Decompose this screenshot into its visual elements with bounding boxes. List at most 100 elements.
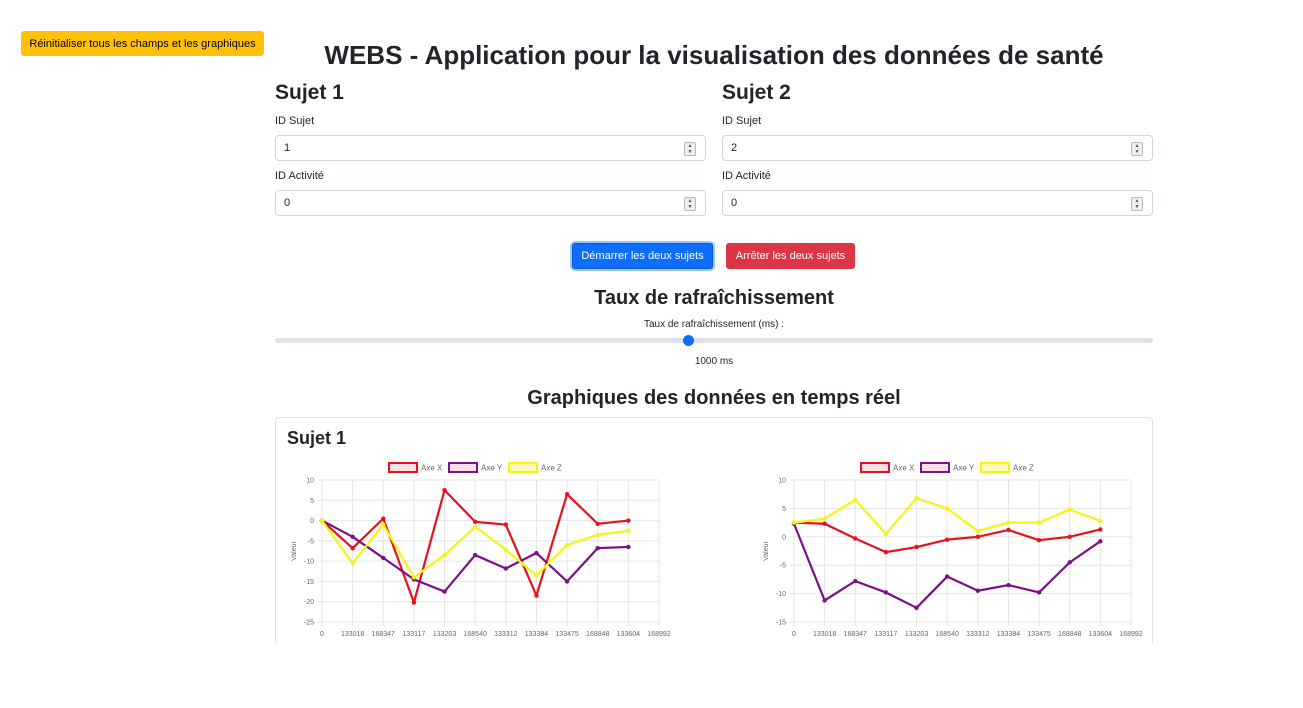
data-point: [944, 506, 950, 511]
legend-swatch: [508, 462, 538, 473]
x-tick-label: 0: [320, 631, 324, 638]
y-tick-label: -20: [304, 599, 314, 606]
data-point: [1067, 560, 1072, 565]
spinner-icon[interactable]: ▲ ▼: [1131, 142, 1143, 156]
page-title: WEBS - Application pour la visualisation…: [324, 40, 1104, 70]
x-tick-label: 133475: [555, 631, 578, 638]
refresh-rate-title: Taux de rafraîchissement: [594, 287, 834, 309]
subject-1-activity-input[interactable]: [284, 192, 664, 214]
x-tick-label: 133018: [813, 631, 836, 638]
x-tick-label: 168347: [372, 631, 395, 638]
legend-label: Axe Z: [541, 464, 562, 473]
x-tick-label: 0: [792, 631, 796, 638]
data-point: [350, 545, 355, 551]
data-point: [914, 495, 919, 501]
x-tick-label: 168540: [464, 631, 487, 638]
data-point: [534, 550, 539, 556]
data-point: [853, 536, 858, 541]
data-point: [944, 537, 950, 542]
legend-label: Axe X: [893, 464, 915, 473]
data-point: [822, 598, 827, 603]
data-point: [626, 544, 631, 550]
data-point: [472, 519, 478, 524]
x-tick-label: 133117: [874, 631, 897, 638]
x-tick-label: 133312: [966, 631, 989, 638]
subject-2-activity-input[interactable]: [731, 192, 1111, 214]
data-point: [381, 522, 386, 527]
y-tick-label: 0: [782, 534, 786, 541]
legend-swatch: [980, 462, 1010, 473]
stop-both-button[interactable]: Arrêter les deux sujets: [726, 243, 855, 269]
y-tick-label: -10: [304, 559, 314, 566]
legend-swatch: [860, 462, 890, 473]
data-point: [564, 542, 570, 548]
refresh-rate-slider[interactable]: [275, 338, 1153, 343]
y-tick-label: 10: [306, 478, 314, 485]
data-point: [595, 545, 600, 551]
x-tick-label: 168540: [936, 631, 959, 638]
y-tick-label: 5: [310, 498, 314, 505]
data-point: [791, 520, 797, 525]
y-tick-label: -25: [304, 620, 314, 627]
y-tick-label: -15: [776, 620, 786, 627]
slider-thumb[interactable]: [682, 335, 694, 346]
subject-1-form: Sujet 1 ID Sujet ▲▼ ID Activité ▲▼: [275, 80, 706, 216]
data-point: [503, 522, 509, 527]
data-point: [853, 497, 858, 503]
data-point: [1006, 527, 1011, 533]
x-tick-label: 133018: [341, 631, 364, 638]
data-point: [472, 552, 478, 558]
spinner-icon[interactable]: ▲ ▼: [1131, 197, 1143, 211]
x-tick-label: 168848: [1058, 631, 1081, 638]
y-tick-label: -10: [776, 591, 786, 598]
start-both-button[interactable]: Démarrer les deux sujets: [572, 243, 713, 269]
x-tick-label: 133475: [1027, 631, 1050, 638]
subject-2-form: Sujet 2 ID Sujet ▲▼ ID Activité ▲▼: [722, 80, 1153, 216]
spinner-icon[interactable]: ▲ ▼: [684, 142, 696, 156]
y-tick-label: -15: [304, 579, 314, 586]
subject-2-id-input[interactable]: [731, 137, 1111, 159]
data-point: [350, 534, 355, 539]
legend-swatch: [920, 462, 950, 473]
data-point: [1036, 520, 1042, 525]
y-tick-label: 0: [310, 518, 314, 525]
data-point: [914, 605, 919, 610]
data-point: [1098, 518, 1103, 524]
y-axis-title: Valeur: [763, 540, 770, 560]
subject-1-id-input[interactable]: [284, 137, 664, 159]
data-point: [626, 528, 631, 533]
legend-label: Axe Y: [953, 464, 975, 473]
data-point: [1098, 527, 1103, 532]
data-point: [534, 593, 539, 598]
reset-all-button[interactable]: Réinitialiser tous les champs et les gra…: [21, 31, 264, 56]
page-blank-area: [0, 643, 1303, 708]
data-point: [883, 549, 889, 555]
data-point: [350, 560, 355, 566]
data-point: [975, 534, 981, 539]
chart-subject-1-left: 10 5 0 -5 -10 -15 -20 -25 0 133018 168347 133117 133…: [291, 462, 671, 638]
data-point: [822, 516, 827, 521]
legend-swatch: [388, 462, 418, 473]
x-tick-label: 133203: [433, 631, 456, 638]
data-point: [1036, 590, 1042, 595]
data-point: [381, 555, 386, 561]
refresh-rate-label: Taux de rafraîchissement (ms) :: [643, 319, 785, 330]
subject-2-id-label: ID Sujet: [722, 115, 762, 127]
data-point: [503, 566, 509, 571]
legend-label: Axe Z: [1013, 464, 1034, 473]
x-tick-label: 168992: [1119, 631, 1142, 638]
data-point: [411, 575, 417, 580]
x-tick-label: 133117: [402, 631, 425, 638]
x-tick-label: 168848: [586, 631, 609, 638]
spinner-icon[interactable]: ▲ ▼: [684, 197, 696, 211]
data-point: [319, 518, 325, 523]
data-point: [503, 547, 509, 552]
data-point: [442, 552, 447, 558]
legend-swatch: [448, 462, 478, 473]
data-point: [883, 531, 889, 537]
data-point: [1067, 507, 1072, 512]
refresh-rate-value: 1000 ms: [694, 356, 734, 367]
data-point: [472, 524, 478, 529]
x-tick-label: 133384: [997, 631, 1020, 638]
x-tick-label: 168992: [647, 631, 670, 638]
